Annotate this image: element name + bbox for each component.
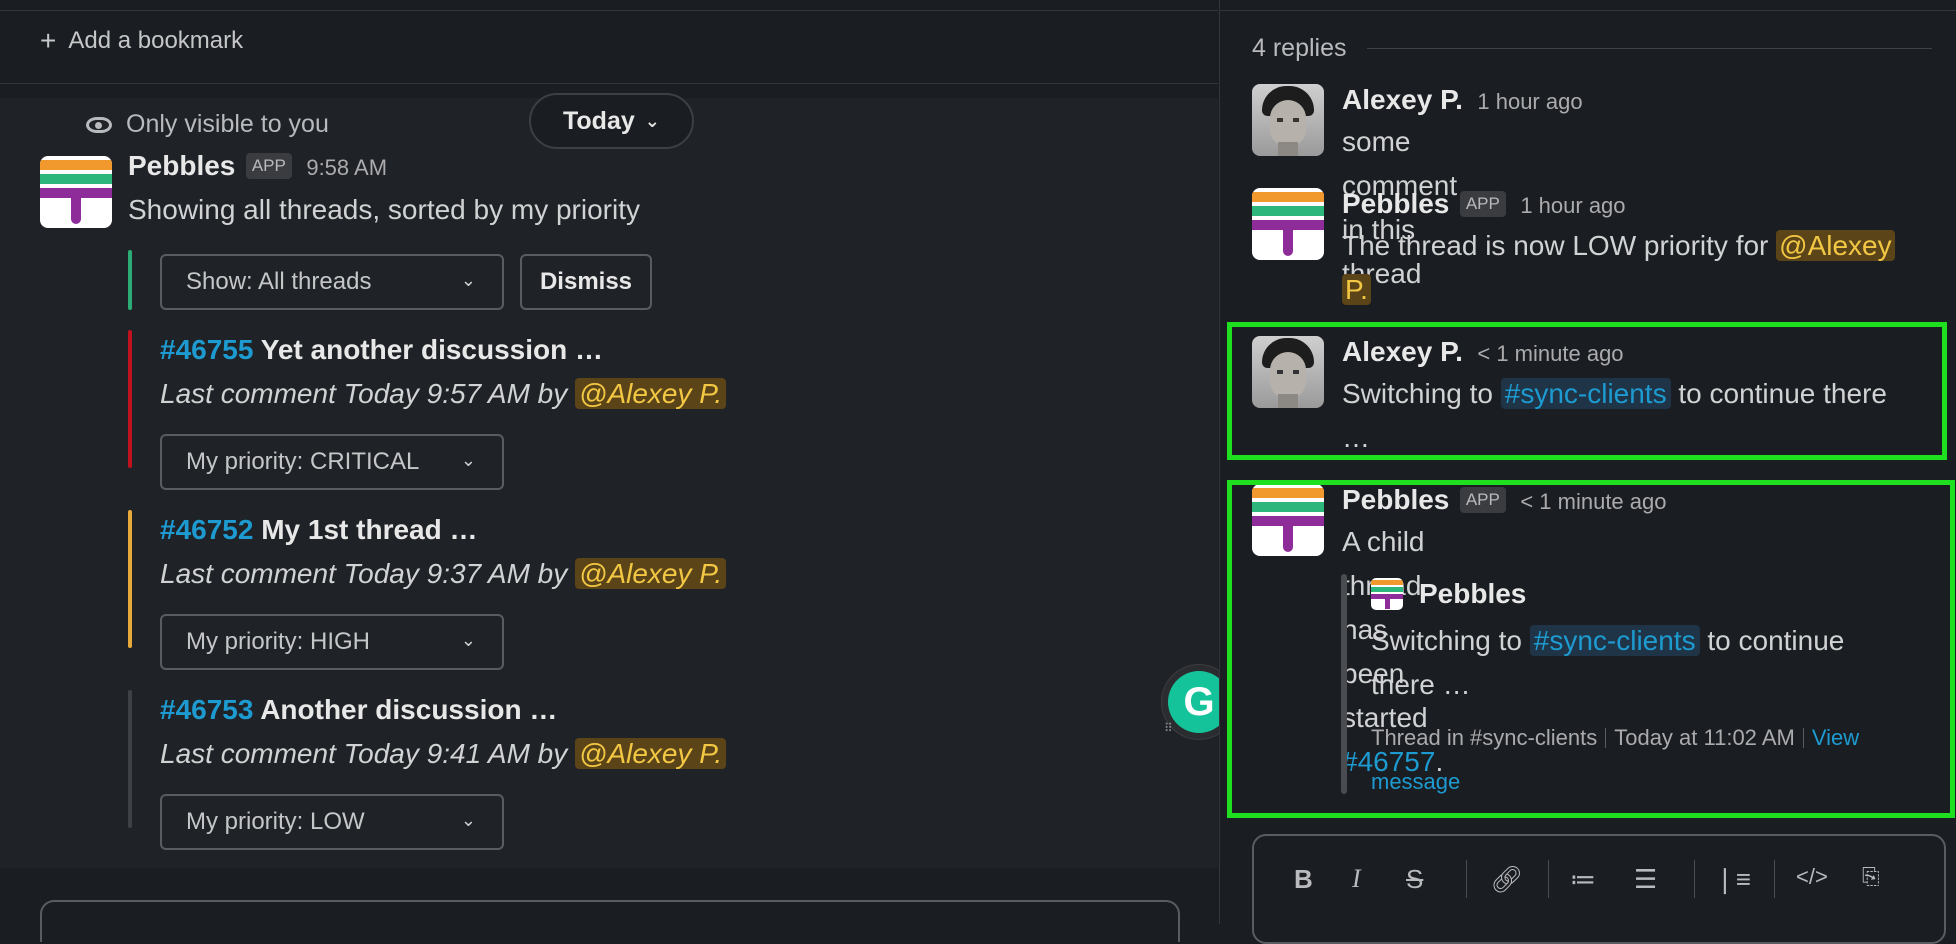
chevron-down-icon: ⌄ (460, 270, 476, 290)
message-text: Showing all threads, sorted by my priori… (128, 194, 640, 225)
priority-select[interactable]: My priority: HIGH ⌄ (160, 614, 504, 670)
last-comment-text: Last comment Today 9:41 AM by (160, 738, 568, 769)
user-mention[interactable]: P. (1342, 274, 1371, 305)
reply-header: Pebbles APP 1 hour ago (1342, 188, 1626, 220)
last-comment-text: Last comment Today 9:57 AM by (160, 378, 568, 409)
toolbar-separator (1774, 860, 1775, 898)
thread-last-comment: Last comment Today 9:37 AM by @Alexey P. (160, 558, 727, 590)
reply-header: Alexey P. 1 hour ago (1342, 84, 1583, 116)
thread-link[interactable]: #46753 (160, 694, 253, 725)
author-name[interactable]: Pebbles (128, 150, 235, 181)
app-badge: APP (245, 153, 292, 179)
message-header: Pebbles APP 9:58 AM (128, 150, 387, 182)
chevron-down-icon: ⌄ (460, 450, 476, 470)
message-composer[interactable] (40, 900, 1180, 942)
priority-select[interactable]: My priority: LOW ⌄ (160, 794, 504, 850)
priority-select[interactable]: My priority: CRITICAL ⌄ (160, 434, 504, 490)
thread-title: #46753 Another discussion … (160, 694, 557, 726)
thread-link[interactable]: #46755 (160, 334, 253, 365)
only-visible-note: Only visible to you (86, 110, 329, 139)
priority-bar-high (128, 510, 132, 648)
thread-title: #46752 My 1st thread … (160, 514, 478, 546)
author-name[interactable]: Pebbles (1342, 188, 1449, 219)
attachment-bar (128, 250, 132, 310)
bullet-list-icon[interactable]: ☰ (1634, 864, 1657, 895)
code-block-icon[interactable]: ⎘ (1862, 864, 1880, 890)
blockquote-icon[interactable]: ❘≡ (1714, 864, 1751, 895)
reply-composer[interactable]: B I S 🔗︎ ≔ ☰ ❘≡ </> ⎘ (1252, 834, 1946, 944)
author-name[interactable]: Alexey P. (1342, 84, 1463, 115)
dismiss-button[interactable]: Dismiss (520, 254, 652, 310)
plus-icon: + (40, 25, 57, 56)
user-mention[interactable]: @Alexey (1776, 230, 1895, 261)
reply-time[interactable]: 1 hour ago (1520, 193, 1625, 218)
ordered-list-icon[interactable]: ≔ (1570, 864, 1596, 895)
drag-handle-icon[interactable]: ⠿ (1164, 722, 1173, 734)
thread-name: Another discussion … (260, 694, 558, 725)
thread-title: #46755 Yet another discussion … (160, 334, 603, 366)
italic-icon[interactable]: I (1352, 864, 1361, 894)
replies-divider: 4 replies (1252, 34, 1932, 63)
divider-line (1366, 48, 1932, 49)
date-label: Today (563, 106, 635, 135)
priority-value: My priority: CRITICAL (186, 448, 420, 475)
only-visible-label: Only visible to you (126, 110, 329, 138)
show-threads-value: Show: All threads (186, 268, 372, 295)
code-icon[interactable]: </> (1796, 864, 1828, 890)
reply-text: The thread is now LOW priority for @Alex… (1342, 224, 1942, 312)
eye-icon (86, 116, 112, 133)
toolbar-separator (1548, 860, 1549, 898)
toolbar-separator (1466, 860, 1467, 898)
message-time[interactable]: 9:58 AM (306, 155, 387, 180)
bold-icon[interactable]: B (1294, 864, 1313, 895)
toolbar-separator (1694, 860, 1695, 898)
pebbles-avatar[interactable] (40, 156, 112, 228)
pebbles-avatar[interactable] (1252, 188, 1324, 260)
last-comment-text: Last comment Today 9:37 AM by (160, 558, 568, 589)
thread-last-comment: Last comment Today 9:57 AM by @Alexey P. (160, 378, 727, 410)
reply-text-part: The thread is now LOW priority for (1342, 230, 1777, 261)
chevron-down-icon: ⌄ (644, 110, 660, 131)
chevron-down-icon: ⌄ (460, 810, 476, 830)
thread-name: My 1st thread … (261, 514, 478, 545)
alexey-avatar[interactable] (1252, 84, 1324, 156)
thread-name: Yet another discussion … (260, 334, 604, 365)
add-bookmark-label: Add a bookmark (68, 27, 244, 54)
replies-count: 4 replies (1252, 34, 1347, 62)
bookmark-bar: + Add a bookmark (0, 11, 1218, 84)
channel-pane: + Add a bookmark Only visible to you Peb… (0, 0, 1218, 942)
priority-value: My priority: HIGH (186, 628, 371, 655)
thread-link[interactable]: #46752 (160, 514, 253, 545)
message-area: Only visible to you Pebbles APP 9:58 AM … (0, 98, 1218, 868)
top-divider (1220, 10, 1956, 11)
link-icon[interactable]: 🔗︎ (1490, 864, 1523, 895)
chevron-down-icon: ⌄ (460, 630, 476, 650)
user-mention[interactable]: @Alexey P. (575, 738, 727, 769)
reply-time[interactable]: 1 hour ago (1477, 89, 1582, 114)
strikethrough-icon[interactable]: S (1406, 864, 1423, 895)
date-divider-button[interactable]: Today ⌄ (529, 93, 694, 149)
app-badge: APP (1459, 191, 1506, 217)
priority-value: My priority: LOW (186, 808, 365, 835)
user-mention[interactable]: @Alexey P. (575, 378, 727, 409)
user-mention[interactable]: @Alexey P. (575, 558, 727, 589)
priority-bar-critical (128, 330, 132, 468)
show-threads-select[interactable]: Show: All threads ⌄ (160, 254, 504, 310)
priority-bar-low (128, 690, 132, 828)
add-bookmark-button[interactable]: + Add a bookmark (40, 27, 243, 55)
thread-last-comment: Last comment Today 9:41 AM by @Alexey P. (160, 738, 727, 770)
highlight-box (1227, 322, 1947, 460)
highlight-box (1227, 480, 1955, 818)
